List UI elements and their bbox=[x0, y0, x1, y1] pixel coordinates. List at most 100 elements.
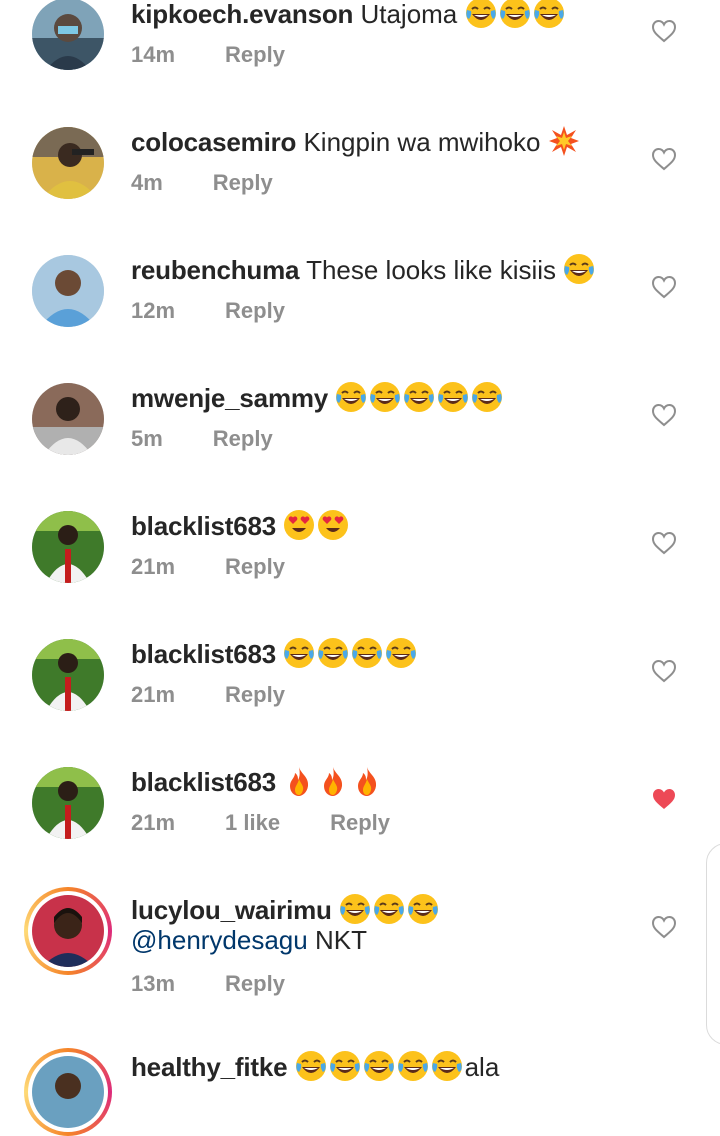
comment-meta: 5m Reply bbox=[131, 426, 323, 452]
like-heart-icon[interactable] bbox=[651, 915, 677, 939]
username[interactable]: kipkoech.evanson bbox=[131, 0, 353, 29]
timestamp: 13m bbox=[131, 971, 176, 996]
reply-button[interactable]: Reply bbox=[225, 42, 285, 67]
laugh-emoji-icon bbox=[295, 1050, 327, 1082]
fire-emoji-icon bbox=[283, 765, 315, 797]
laugh-emoji-icon bbox=[563, 253, 595, 285]
reply-button[interactable]: Reply bbox=[330, 810, 390, 835]
laugh-emoji-icon bbox=[403, 381, 435, 413]
comment-body: kipkoech.evanson Utajoma bbox=[131, 0, 567, 29]
comment-body: blacklist683 bbox=[131, 509, 351, 541]
emoji-group bbox=[283, 767, 385, 797]
laugh-emoji-icon bbox=[339, 893, 371, 925]
reply-button[interactable]: Reply bbox=[225, 971, 285, 996]
laugh-emoji-icon bbox=[533, 0, 565, 29]
laugh-emoji-icon bbox=[335, 381, 367, 413]
like-heart-icon[interactable] bbox=[651, 787, 677, 811]
laugh-emoji-icon bbox=[373, 893, 405, 925]
like-heart-icon[interactable] bbox=[651, 659, 677, 683]
comment-meta: 21m Reply bbox=[131, 554, 335, 580]
reply-button[interactable]: Reply bbox=[213, 426, 273, 451]
timestamp: 4m bbox=[131, 170, 163, 195]
avatar[interactable] bbox=[32, 383, 104, 455]
comment-meta: 4m Reply bbox=[131, 170, 323, 196]
comment-body: colocasemiro Kingpin wa mwihoko bbox=[131, 125, 582, 157]
comment-body: healthy_fitke ala bbox=[131, 1050, 499, 1082]
comment-text: NKT bbox=[314, 925, 367, 955]
like-heart-icon[interactable] bbox=[651, 275, 677, 299]
laugh-emoji-icon bbox=[397, 1050, 429, 1082]
timestamp: 14m bbox=[131, 42, 176, 67]
laugh-emoji-icon bbox=[471, 381, 503, 413]
boom-emoji-icon bbox=[548, 125, 580, 157]
comment-body-line2: @henrydesagu NKT bbox=[131, 925, 367, 955]
comment-meta: 12m Reply bbox=[131, 298, 335, 324]
avatar bbox=[32, 895, 104, 967]
hearteyes-emoji-icon bbox=[283, 509, 315, 541]
fire-emoji-icon bbox=[351, 765, 383, 797]
emoji-group bbox=[563, 253, 597, 285]
laugh-emoji-icon bbox=[465, 0, 497, 29]
emoji-group bbox=[548, 125, 582, 157]
emoji-group bbox=[283, 509, 351, 541]
laugh-emoji-icon bbox=[499, 0, 531, 29]
username[interactable]: blacklist683 bbox=[131, 767, 276, 797]
laugh-emoji-icon bbox=[431, 1050, 463, 1082]
reply-button[interactable]: Reply bbox=[225, 298, 285, 323]
avatar[interactable] bbox=[32, 0, 104, 70]
likes-count[interactable]: 1 like bbox=[225, 810, 280, 835]
side-panel-edge bbox=[706, 843, 720, 1045]
mention-link[interactable]: @henrydesagu bbox=[131, 925, 308, 955]
emoji-group bbox=[295, 1050, 465, 1082]
reply-button[interactable]: Reply bbox=[213, 170, 273, 195]
comment-meta: 13m Reply bbox=[131, 971, 335, 997]
emoji-group bbox=[339, 893, 441, 925]
comment-text: Utajoma bbox=[360, 0, 458, 29]
avatar[interactable] bbox=[32, 639, 104, 711]
timestamp: 21m bbox=[131, 682, 176, 707]
username[interactable]: mwenje_sammy bbox=[131, 383, 328, 413]
timestamp: 5m bbox=[131, 426, 163, 451]
username[interactable]: reubenchuma bbox=[131, 255, 299, 285]
emoji-group bbox=[335, 381, 505, 413]
laugh-emoji-icon bbox=[437, 381, 469, 413]
comment-body: mwenje_sammy bbox=[131, 381, 505, 413]
laugh-emoji-icon bbox=[385, 637, 417, 669]
username[interactable]: healthy_fitke bbox=[131, 1052, 288, 1082]
comment-meta: 14m Reply bbox=[131, 42, 335, 68]
username[interactable]: blacklist683 bbox=[131, 639, 276, 669]
avatar-story-ring[interactable] bbox=[24, 887, 112, 975]
comment-text: These looks like kisiis bbox=[306, 255, 557, 285]
username[interactable]: lucylou_wairimu bbox=[131, 895, 332, 925]
avatar-story-ring[interactable] bbox=[24, 1048, 112, 1136]
like-heart-icon[interactable] bbox=[651, 147, 677, 171]
avatar[interactable] bbox=[32, 511, 104, 583]
comment-meta: 21m Reply bbox=[131, 682, 335, 708]
laugh-emoji-icon bbox=[317, 637, 349, 669]
comment-text: Kingpin wa mwihoko bbox=[303, 127, 541, 157]
timestamp: 21m bbox=[131, 810, 176, 835]
hearteyes-emoji-icon bbox=[317, 509, 349, 541]
like-heart-icon[interactable] bbox=[651, 19, 677, 43]
comment-body: blacklist683 bbox=[131, 765, 385, 797]
avatar[interactable] bbox=[32, 127, 104, 199]
timestamp: 12m bbox=[131, 298, 176, 323]
like-heart-icon[interactable] bbox=[651, 531, 677, 555]
emoji-group bbox=[283, 637, 419, 669]
comment-body: blacklist683 bbox=[131, 637, 419, 669]
avatar[interactable] bbox=[32, 767, 104, 839]
avatar bbox=[32, 1056, 104, 1128]
comment-body: reubenchuma These looks like kisiis bbox=[131, 253, 597, 285]
avatar[interactable] bbox=[32, 255, 104, 327]
fire-emoji-icon bbox=[317, 765, 349, 797]
laugh-emoji-icon bbox=[407, 893, 439, 925]
username[interactable]: colocasemiro bbox=[131, 127, 296, 157]
username[interactable]: blacklist683 bbox=[131, 511, 276, 541]
laugh-emoji-icon bbox=[329, 1050, 361, 1082]
comment-meta: 21m 1 like Reply bbox=[131, 810, 440, 836]
timestamp: 21m bbox=[131, 554, 176, 579]
emoji-group bbox=[465, 0, 567, 29]
reply-button[interactable]: Reply bbox=[225, 682, 285, 707]
like-heart-icon[interactable] bbox=[651, 403, 677, 427]
reply-button[interactable]: Reply bbox=[225, 554, 285, 579]
